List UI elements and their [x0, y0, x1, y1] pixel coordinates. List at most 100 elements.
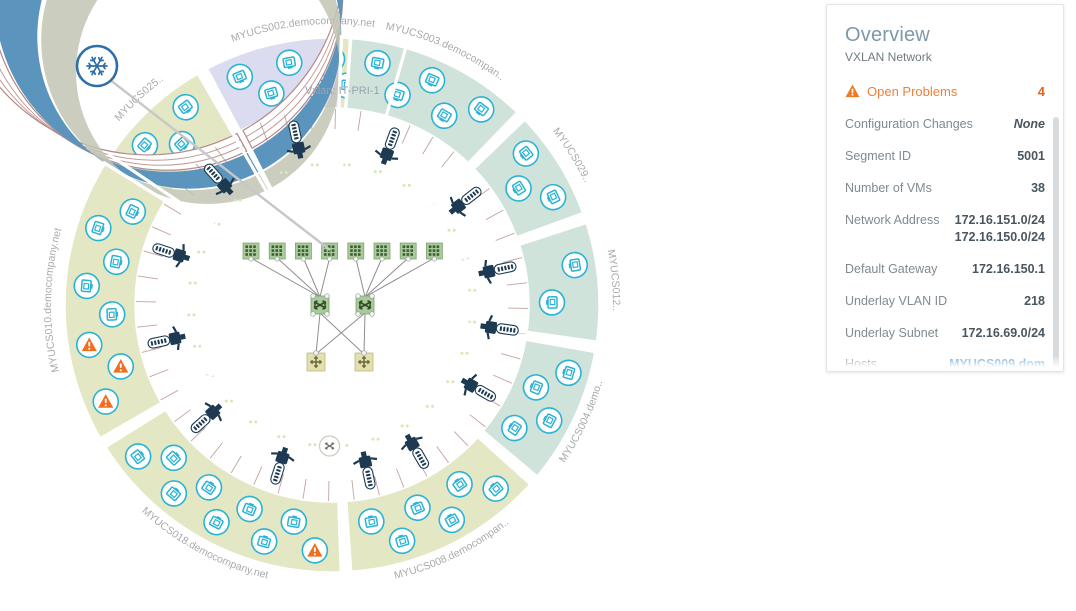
snowflake-icon[interactable]: [75, 44, 119, 88]
detail-value: 38: [1031, 181, 1045, 195]
underlay-dot-pair: [425, 404, 435, 408]
node-anchor: [274, 256, 280, 262]
detail-value: 218: [1024, 294, 1045, 308]
brick-divider: [453, 431, 469, 447]
underlay-dot-pair: [197, 250, 206, 254]
network-switch-icon[interactable]: [479, 314, 520, 343]
sector-label-MYUCS010: MYUCS010.democompany.net: [42, 227, 64, 374]
node-anchor: [379, 256, 385, 262]
edge-host-switch: [276, 257, 321, 298]
underlay-dot-pair: [468, 288, 477, 292]
detail-row: Underlay Subnet 172.16.69.0/24: [845, 325, 1045, 342]
vm-icon[interactable]: [538, 289, 566, 316]
network-switch-icon[interactable]: [149, 235, 193, 270]
underlay-dot-pair: [188, 281, 197, 285]
server-grid-icon[interactable]: [242, 242, 260, 262]
brick-divider: [174, 409, 191, 422]
server-grid-icon[interactable]: [294, 242, 312, 262]
edge-host-switch: [355, 257, 366, 298]
alarm-icon[interactable]: [92, 388, 120, 415]
node-anchor: [369, 311, 375, 317]
overview-panel-content: Overview VXLAN Network Open Problems 4 C…: [827, 5, 1063, 371]
alarm-icon[interactable]: [75, 331, 103, 359]
switch-icon[interactable]: [310, 293, 330, 317]
detail-key: Hosts: [845, 357, 877, 371]
detail-value: None: [1013, 117, 1045, 131]
node-anchor: [300, 256, 306, 262]
detail-row: Configuration Changes None: [845, 116, 1045, 133]
router-icon[interactable]: [306, 350, 326, 372]
server-grid-icon[interactable]: [347, 242, 365, 262]
detail-row: Network Address 172.16.151.0/24 172.16.15…: [845, 212, 1045, 246]
topology-canvas[interactable]: MYUCS002.democompany.netMYUCS025..MYUCS0…: [0, 0, 720, 611]
node-anchor: [310, 293, 316, 299]
brick-divider: [436, 446, 449, 463]
detail-value: 172.16.151.0/24 172.16.150.0/24: [954, 213, 1045, 244]
underlay-dot-pair: [446, 380, 455, 384]
vxlan-label: Vxlan: IT-PRI-1: [305, 85, 380, 97]
underlay-dot-pair: [402, 183, 411, 187]
detail-value-link[interactable]: MYUCS009.dom: [949, 356, 1045, 371]
brick-divider: [230, 455, 242, 474]
switch-icon[interactable]: [355, 293, 375, 317]
network-switch-icon[interactable]: [262, 444, 297, 488]
brick-divider: [422, 136, 434, 155]
underlay-dot-pair: [224, 399, 233, 403]
server-grid-icon[interactable]: [425, 242, 443, 262]
node-anchor: [310, 311, 316, 317]
underlay-dot-pair: [249, 420, 258, 424]
node-anchor: [405, 256, 411, 262]
vm-icon[interactable]: [73, 272, 101, 300]
underlay-dot-pair: [373, 170, 383, 174]
sector-label-MYUCS012: MYUCS012..: [605, 249, 622, 312]
center-topology[interactable]: [242, 242, 443, 372]
node-anchor: [369, 293, 375, 299]
open-problems-count: 4: [1037, 83, 1045, 99]
alarm-icon[interactable]: [301, 537, 329, 564]
node-anchor: [324, 293, 330, 299]
vm-icon-ring: [73, 272, 101, 300]
alarm-icon[interactable]: [107, 353, 135, 380]
center-ring-switch-node[interactable]: [318, 435, 341, 457]
underlay-dot-pair: [460, 351, 469, 355]
detail-key: Configuration Changes: [845, 117, 973, 131]
brick-divider: [152, 226, 171, 236]
detail-row: Segment ID 5001: [845, 148, 1045, 165]
network-switch-icon[interactable]: [476, 254, 518, 285]
server-grid-icon[interactable]: [373, 242, 391, 262]
network-switch-icon[interactable]: [351, 449, 382, 491]
edge-host-switch: [364, 257, 409, 298]
sector-MYUCS008[interactable]: [343, 433, 534, 575]
edge-host-switch: [319, 257, 331, 298]
node-anchor: [313, 350, 319, 356]
panel-subtitle: VXLAN Network: [845, 50, 932, 64]
router-icon[interactable]: [354, 350, 374, 372]
overview-panel[interactable]: Overview VXLAN Network Open Problems 4 C…: [826, 4, 1064, 372]
switch-body: [484, 320, 498, 334]
vxlan-radial-topology[interactable]: MYUCS002.democompany.netMYUCS025..MYUCS0…: [0, 0, 720, 611]
server-grid-icon[interactable]: [268, 242, 286, 262]
network-switch-icon[interactable]: [146, 324, 188, 355]
edge-host-switch: [250, 257, 321, 298]
underlay-dot-pair: [447, 228, 456, 232]
network-switch-icon[interactable]: [443, 180, 488, 222]
panel-scrollbar[interactable]: [1053, 61, 1061, 371]
detail-key: Underlay VLAN ID: [845, 294, 948, 308]
node-anchor: [355, 311, 361, 317]
network-switch-icon[interactable]: [184, 396, 228, 439]
brick-divider: [149, 369, 169, 378]
node-anchor: [355, 293, 361, 299]
vm-icon-ring: [98, 301, 126, 328]
brick-divider: [396, 468, 405, 488]
brick-divider: [253, 466, 263, 485]
server-grid-icon[interactable]: [399, 242, 417, 262]
detail-key: Number of VMs: [845, 181, 932, 195]
panel-scrollbar-thumb[interactable]: [1053, 117, 1059, 371]
vm-icon[interactable]: [98, 301, 126, 328]
brick-divider: [493, 374, 512, 384]
network-switch-icon[interactable]: [397, 429, 437, 474]
page-title: Overview: [845, 24, 930, 46]
detail-row: Default Gateway 172.16.150.1: [845, 261, 1045, 278]
brick-divider: [357, 111, 362, 131]
open-problems-row[interactable]: Open Problems 4: [845, 81, 1045, 101]
